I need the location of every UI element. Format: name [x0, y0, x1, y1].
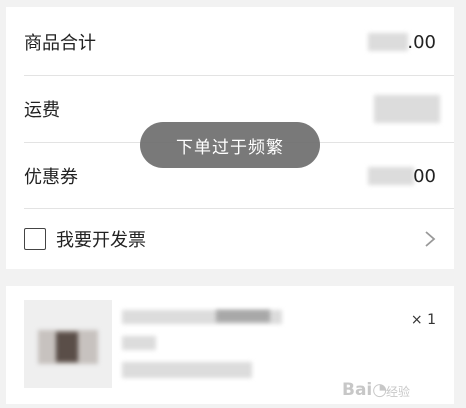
coupon-label: 优惠券	[24, 167, 78, 188]
product-quantity: × 1	[410, 312, 436, 328]
subtotal-value: .00	[407, 31, 436, 53]
product-card[interactable]: × 1 Bai◔ 经验	[6, 286, 454, 404]
product-title-redacted	[216, 310, 270, 322]
svg-text:Bai◔: Bai◔	[342, 380, 387, 400]
svg-text:经验: 经验	[386, 384, 410, 399]
shipping-value-redacted	[374, 95, 440, 123]
invoice-row[interactable]: 我要开发票	[6, 209, 454, 269]
product-spec-redacted	[122, 336, 156, 350]
subtotal-value-redacted	[368, 33, 408, 51]
subtotal-row: 商品合计 .00	[6, 9, 454, 75]
subtotal-label: 商品合计	[24, 33, 96, 54]
checkbox-icon[interactable]	[24, 228, 46, 250]
coupon-value: 00	[413, 165, 436, 187]
watermark-logo: Bai◔ 经验	[342, 380, 410, 400]
thumbnail-redacted	[56, 332, 78, 362]
product-thumbnail[interactable]	[24, 300, 112, 388]
shipping-label: 运费	[24, 100, 60, 121]
error-toast: 下单过于频繁	[140, 122, 320, 168]
product-price-redacted	[122, 362, 252, 378]
chevron-right-icon[interactable]	[422, 229, 438, 249]
invoice-label: 我要开发票	[56, 230, 146, 251]
coupon-value-redacted	[368, 167, 414, 185]
